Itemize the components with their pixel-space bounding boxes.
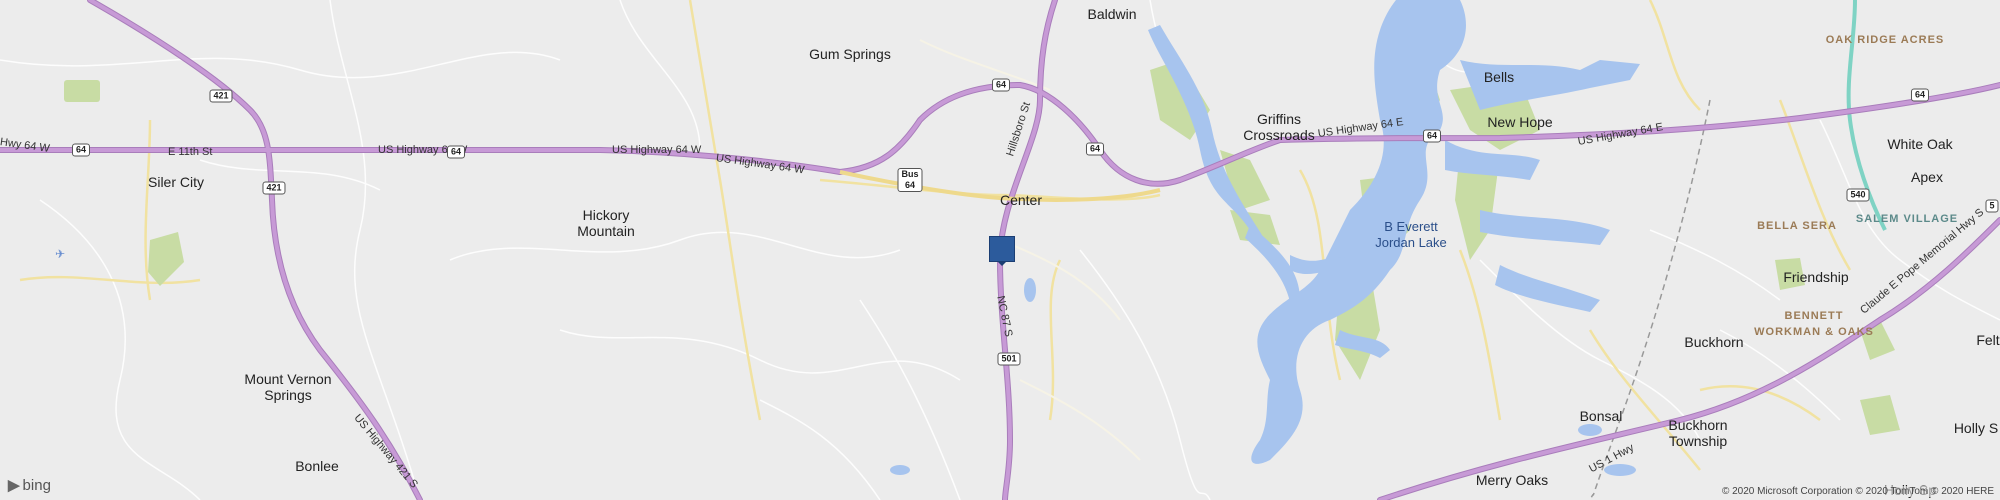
shield-us64-right: 64 <box>1085 142 1105 156</box>
label-bella-sera: BELLA SERA <box>1757 220 1837 232</box>
label-siler-city: Siler City <box>147 174 205 190</box>
label-merry-oaks: Merry Oaks <box>1475 472 1549 488</box>
label-hickory-mountain: Hickory Mountain <box>577 207 635 239</box>
label-friendship: Friendship <box>1783 269 1849 285</box>
label-bonlee: Bonlee <box>295 458 339 474</box>
shield-us64-mid: 64 <box>446 145 466 159</box>
label-buckhorn-township: Buckhorn Township <box>1668 417 1728 449</box>
label-felt: Felt <box>1976 332 2000 348</box>
label-white-oak: White Oak <box>1887 136 1953 152</box>
shield-us501: 501 <box>997 352 1021 366</box>
label-salem-village: SALEM VILLAGE <box>1855 213 1959 225</box>
shield-us64-top: 64 <box>991 78 1011 92</box>
airport-icon: ✈ <box>55 247 65 261</box>
shield-us64-lake: 64 <box>1422 129 1442 143</box>
label-mount-vernon-springs: Mount Vernon Springs <box>244 371 332 403</box>
shield-us64-far: 64 <box>1910 88 1930 102</box>
shield-us421-top: 421 <box>209 89 233 103</box>
location-marker[interactable] <box>989 236 1015 266</box>
label-oak-ridge-acres: OAK RIDGE ACRES <box>1825 34 1945 46</box>
bing-logo-text: bing <box>22 477 51 494</box>
map-canvas[interactable]: ✈ Baldwin Gum Springs Siler City Hickory… <box>0 0 2000 500</box>
shield-us64-left: 64 <box>71 143 91 157</box>
label-bonsal: Bonsal <box>1579 408 1623 424</box>
shield-5: 5 <box>1985 199 1999 213</box>
bing-b-icon: ▶ <box>8 477 20 494</box>
label-new-hope: New Hope <box>1487 114 1553 130</box>
map-copyright: © 2020 Microsoft Corporation © 2020 TomT… <box>1721 486 1994 497</box>
label-baldwin: Baldwin <box>1087 6 1137 22</box>
bing-logo: ▶ bing <box>8 476 51 494</box>
label-griffins-crossroads: Griffins Crossroads <box>1243 111 1315 143</box>
label-bells: Bells <box>1483 69 1515 85</box>
shield-bus-64: Bus 64 <box>897 168 923 192</box>
shield-nc540: 540 <box>1846 188 1870 202</box>
shield-us421-mid: 421 <box>262 181 286 195</box>
label-jordan-lake: B Everett Jordan Lake <box>1375 219 1447 250</box>
label-bennett-workman-oaks: BENNETT WORKMAN & OAKS <box>1754 310 1874 338</box>
label-holly-springs-edge: Holly S <box>1953 420 1999 436</box>
label-apex: Apex <box>1911 169 1943 185</box>
label-center: Center <box>999 192 1043 208</box>
label-buckhorn: Buckhorn <box>1684 334 1744 350</box>
road-label-us64w-mid2: US Highway 64 W <box>612 144 702 156</box>
label-gum-springs: Gum Springs <box>809 46 891 62</box>
road-label-e-11th-st: E 11th St <box>168 146 213 158</box>
